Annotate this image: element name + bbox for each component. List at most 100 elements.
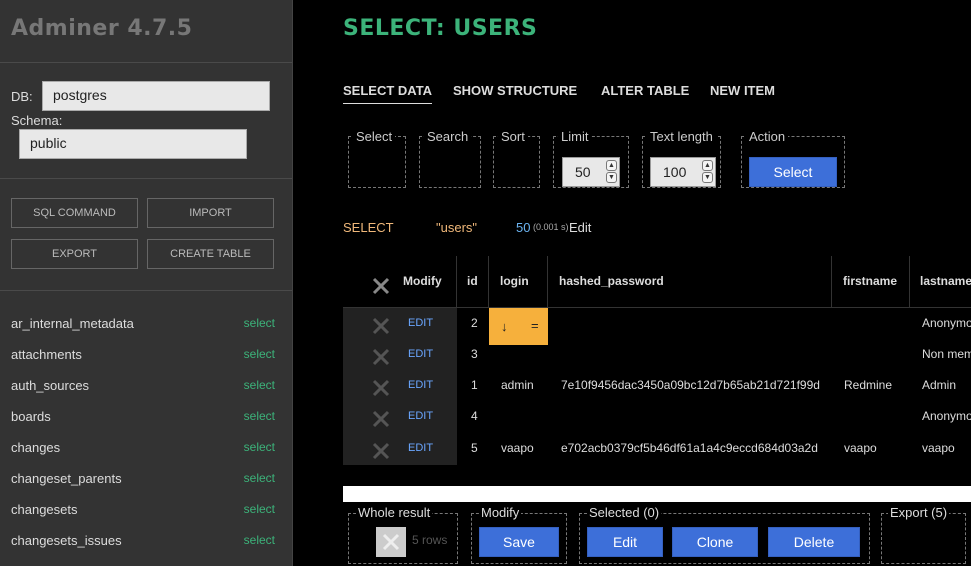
save-button[interactable]: Save xyxy=(479,527,559,557)
modify-legend: Modify xyxy=(479,505,522,520)
tab-alter-table[interactable]: ALTER TABLE xyxy=(601,83,689,98)
cell-login: admin xyxy=(501,378,534,392)
column-header-id[interactable]: id xyxy=(467,274,478,288)
tab-new-item[interactable]: NEW ITEM xyxy=(710,83,775,98)
table-link[interactable]: boards xyxy=(11,409,51,424)
sort-fieldset[interactable]: Sort xyxy=(493,129,540,188)
table-list-item: boards select xyxy=(0,401,292,432)
table-list-item: changeset_parents select xyxy=(0,463,292,494)
text-length-value: 100 xyxy=(663,164,687,180)
search-fieldset[interactable]: Search xyxy=(419,129,481,188)
row-edit-link[interactable]: EDIT xyxy=(408,348,433,360)
column-header-firstname[interactable]: firstname xyxy=(843,274,897,288)
column-header-hashed-password[interactable]: hashed_password xyxy=(559,274,664,288)
row-checkbox-icon[interactable] xyxy=(371,347,391,367)
export-button[interactable]: EXPORT xyxy=(11,239,138,269)
sql-edit-link[interactable]: Edit xyxy=(569,220,591,235)
row-checkbox-icon[interactable] xyxy=(371,378,391,398)
delete-button[interactable]: Delete xyxy=(768,527,860,557)
select-legend[interactable]: Select xyxy=(353,129,395,144)
main-content: SELECT: USERS SELECT DATA SHOW STRUCTURE… xyxy=(293,0,971,566)
chevron-down-icon[interactable]: ▼ xyxy=(606,172,617,183)
limit-input[interactable]: 50 ▲ ▼ xyxy=(562,157,620,187)
text-length-input[interactable]: 100 ▲ ▼ xyxy=(650,157,716,187)
limit-value: 50 xyxy=(575,164,591,180)
tab-select-data[interactable]: SELECT DATA xyxy=(343,83,433,104)
chevron-down-icon[interactable]: ▼ xyxy=(702,172,713,183)
page-title: SELECT: USERS xyxy=(343,16,538,41)
clone-button[interactable]: Clone xyxy=(672,527,758,557)
limit-stepper[interactable]: ▲ ▼ xyxy=(606,160,617,184)
table-select-link[interactable]: select xyxy=(244,347,275,361)
text-length-fieldset: Text length 100 ▲ ▼ xyxy=(642,129,721,188)
table-link[interactable]: changesets xyxy=(11,502,78,517)
row-selector-cell xyxy=(343,370,457,401)
table-select-link[interactable]: select xyxy=(244,533,275,547)
selected-legend: Selected (0) xyxy=(587,505,662,520)
table-select-link[interactable]: select xyxy=(244,502,275,516)
sort-desc-icon[interactable]: ↓ xyxy=(501,319,508,334)
search-legend[interactable]: Search xyxy=(424,129,471,144)
chevron-up-icon[interactable]: ▲ xyxy=(606,160,617,171)
sidebar: Adminer 4.7.5 DB: postgres Schema: publi… xyxy=(0,0,293,566)
cell-id: 2 xyxy=(471,316,478,330)
tab-show-structure[interactable]: SHOW STRUCTURE xyxy=(453,83,577,98)
table-link[interactable]: changes xyxy=(11,440,60,455)
db-label: DB: xyxy=(11,89,33,104)
app-brand[interactable]: Adminer 4.7.5 xyxy=(11,16,192,41)
column-menu-popup: ↓ = xyxy=(489,308,548,345)
row-edit-link[interactable]: EDIT xyxy=(408,317,433,329)
select-submit-button[interactable]: Select xyxy=(749,157,837,187)
schema-select[interactable]: public xyxy=(19,129,247,159)
sql-keyword: SELECT xyxy=(343,220,394,235)
table-link[interactable]: changesets_issues xyxy=(11,533,122,548)
chevron-up-icon[interactable]: ▲ xyxy=(702,160,713,171)
column-header-login[interactable]: login xyxy=(500,274,529,288)
table-select-link[interactable]: select xyxy=(244,409,275,423)
column-divider xyxy=(909,256,910,307)
table-link[interactable]: ar_internal_metadata xyxy=(11,316,134,331)
row-selector-cell xyxy=(343,401,457,432)
table-select-link[interactable]: select xyxy=(244,440,275,454)
row-edit-link[interactable]: EDIT xyxy=(408,442,433,454)
filter-equals-icon[interactable]: = xyxy=(531,318,539,333)
row-checkbox-icon[interactable] xyxy=(371,441,391,461)
cell-id: 1 xyxy=(471,378,478,392)
sql-command-button[interactable]: SQL COMMAND xyxy=(11,198,138,228)
row-checkbox-icon[interactable] xyxy=(371,316,391,336)
row-edit-link[interactable]: EDIT xyxy=(408,379,433,391)
cell-firstname: vaapo xyxy=(844,441,877,455)
column-header-lastname[interactable]: lastname xyxy=(920,274,971,288)
bulk-actions-bar: Whole result 5 rows Modify Save Selected… xyxy=(343,486,971,566)
row-edit-link[interactable]: EDIT xyxy=(408,410,433,422)
table-select-link[interactable]: select xyxy=(244,471,275,485)
sort-legend[interactable]: Sort xyxy=(498,129,528,144)
table-list-item: changesets_issues select xyxy=(0,525,292,556)
text-length-stepper[interactable]: ▲ ▼ xyxy=(702,160,713,184)
db-select[interactable]: postgres xyxy=(42,81,270,111)
create-table-button[interactable]: CREATE TABLE xyxy=(147,239,274,269)
edit-selected-button[interactable]: Edit xyxy=(587,527,663,557)
cell-hashed-password: e702acb0379cf5b46df61a1a4c9eccd684d03a2d xyxy=(561,441,818,455)
cell-lastname: vaapo xyxy=(922,441,955,455)
limit-legend: Limit xyxy=(561,129,589,144)
close-icon xyxy=(382,533,400,551)
whole-result-checkbox[interactable] xyxy=(376,527,406,557)
table-select-link[interactable]: select xyxy=(244,316,275,330)
sql-table: "users" xyxy=(436,220,478,235)
check-all-icon[interactable] xyxy=(371,276,391,296)
table-list-item: changes select xyxy=(0,432,292,463)
results-table: Modify id login hashed_password firstnam… xyxy=(343,256,971,465)
export-legend[interactable]: Export (5) xyxy=(888,505,950,520)
row-checkbox-icon[interactable] xyxy=(371,409,391,429)
rows-count: 5 rows xyxy=(412,533,448,547)
table-list: ar_internal_metadata select attachments se… xyxy=(0,308,292,556)
table-link[interactable]: changeset_parents xyxy=(11,471,122,486)
table-select-link[interactable]: select xyxy=(244,378,275,392)
column-divider xyxy=(456,256,457,307)
table-link[interactable]: auth_sources xyxy=(11,378,89,393)
table-link[interactable]: attachments xyxy=(11,347,82,362)
select-fieldset[interactable]: Select xyxy=(348,129,406,188)
import-button[interactable]: IMPORT xyxy=(147,198,274,228)
column-header-modify: Modify xyxy=(403,274,442,288)
